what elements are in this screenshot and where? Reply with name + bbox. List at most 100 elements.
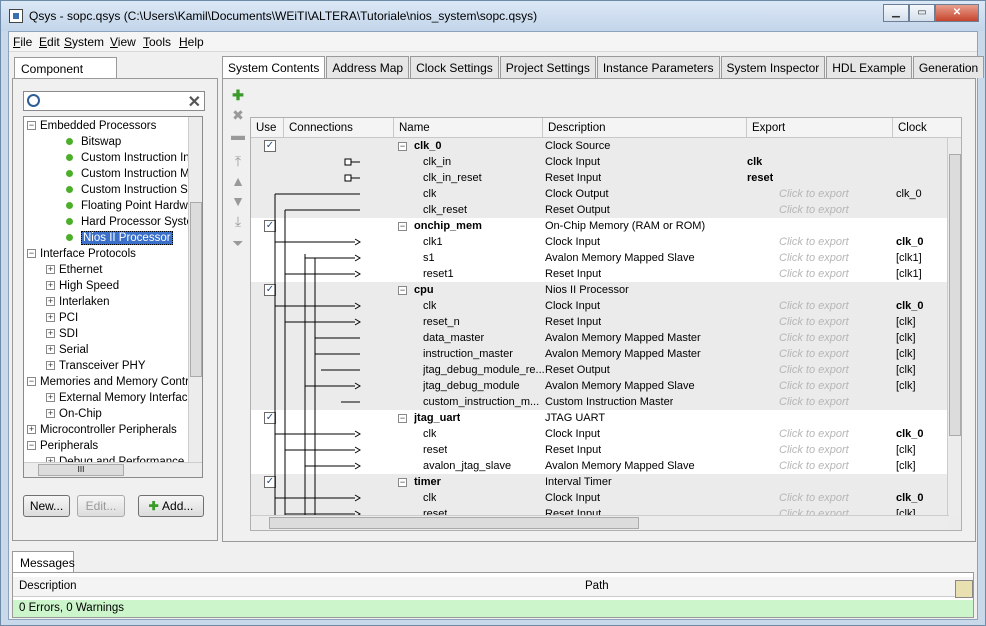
component-name[interactable]: timer [414, 474, 441, 490]
collapse-icon[interactable]: − [398, 413, 407, 423]
tab-messages[interactable]: Messages [12, 551, 75, 573]
new-component-button[interactable]: New... [23, 495, 70, 517]
interface-name[interactable]: s1 [423, 250, 435, 266]
column-header-connections[interactable]: Connections [284, 118, 394, 138]
export-cell[interactable]: Click to export [779, 458, 849, 474]
filter-icon[interactable]: ⏷ [229, 235, 247, 251]
clock-cell[interactable]: clk_0 [896, 234, 924, 250]
clock-cell[interactable]: [clk] [896, 346, 916, 362]
tab-hdl-example[interactable]: HDL Example [826, 56, 912, 78]
table-horizontal-scrollbar[interactable] [251, 515, 949, 530]
expand-icon[interactable]: + [46, 361, 55, 371]
interface-name[interactable]: instruction_master [423, 346, 513, 362]
clock-cell[interactable]: [clk] [896, 362, 916, 378]
interface-name[interactable]: reset [423, 442, 447, 458]
tree-item[interactable]: + Microcontroller Peripherals [27, 422, 177, 438]
interface-name[interactable]: clk [423, 490, 436, 506]
edit-component-button[interactable]: Edit... [77, 495, 125, 517]
messages-col-description[interactable]: Description [19, 580, 77, 592]
tree-item[interactable]: Nios II Processor [66, 230, 173, 246]
column-header-export[interactable]: Export [747, 118, 893, 138]
collapse-icon[interactable]: − [398, 221, 407, 231]
minimize-button[interactable]: ▁ [883, 4, 909, 22]
tree-item[interactable]: Custom Instruction Sla [66, 182, 197, 198]
export-cell[interactable]: Click to export [779, 394, 849, 410]
add-component-button[interactable]: ✚ Add... [138, 495, 204, 517]
tab-project-settings[interactable]: Project Settings [499, 56, 596, 78]
menu-help[interactable]: Help [179, 35, 204, 49]
column-header-use[interactable]: Use [251, 118, 284, 138]
tree-item[interactable]: Floating Point Hardwa [66, 198, 194, 214]
library-horizontal-scrollbar[interactable]: III [24, 462, 202, 477]
tree-item[interactable]: + Ethernet [46, 262, 102, 278]
clock-cell[interactable]: [clk] [896, 442, 916, 458]
interface-name[interactable]: jtag_debug_module_re... [423, 362, 545, 378]
export-cell[interactable]: Click to export [779, 234, 849, 250]
tree-item[interactable]: + PCI [46, 310, 78, 326]
interface-name[interactable]: clk_in [423, 154, 451, 170]
move-bottom-icon[interactable]: ⤓ [229, 213, 247, 229]
expand-icon[interactable]: + [46, 409, 55, 419]
remove-icon[interactable]: ✖ [229, 107, 247, 123]
tab-address-map[interactable]: Address Map [326, 56, 410, 78]
tree-item[interactable]: + Interlaken [46, 294, 110, 310]
export-cell[interactable]: Click to export [779, 330, 849, 346]
collapse-icon[interactable]: − [398, 141, 407, 151]
clear-messages-icon[interactable] [955, 580, 973, 598]
add-icon[interactable]: ✚ [229, 87, 247, 103]
interface-name[interactable]: clk_reset [423, 202, 467, 218]
collapse-icon[interactable]: − [398, 285, 407, 295]
clock-cell[interactable]: [clk] [896, 330, 916, 346]
export-cell[interactable]: Click to export [779, 362, 849, 378]
tree-item[interactable]: Custom Instruction Ma [66, 166, 196, 182]
library-search-input[interactable]: ✕ [23, 91, 205, 111]
export-cell[interactable]: clk [747, 154, 762, 170]
column-header-clock[interactable]: Clock [893, 118, 961, 138]
export-cell[interactable]: reset [747, 170, 773, 186]
export-cell[interactable]: Click to export [779, 202, 849, 218]
tree-item[interactable]: Bitswap [66, 134, 121, 150]
interface-name[interactable]: data_master [423, 330, 484, 346]
move-top-icon[interactable]: ⤒ [229, 153, 247, 169]
tree-item[interactable]: − Interface Protocols [27, 246, 136, 262]
menu-view[interactable]: View [110, 35, 136, 49]
expand-icon[interactable]: + [46, 281, 55, 291]
menu-edit[interactable]: Edit [39, 35, 60, 49]
clock-cell[interactable]: clk_0 [896, 186, 922, 202]
component-name[interactable]: jtag_uart [414, 410, 460, 426]
export-cell[interactable]: Click to export [779, 378, 849, 394]
collapse-icon[interactable]: − [27, 377, 36, 387]
scroll-thumb[interactable] [190, 202, 202, 377]
expand-icon[interactable]: + [46, 265, 55, 275]
clock-cell[interactable]: [clk1] [896, 266, 922, 282]
title-bar[interactable]: Qsys - sopc.qsys (C:\Users\Kamil\Documen… [1, 1, 985, 31]
scroll-thumb[interactable] [269, 517, 639, 529]
clock-cell[interactable]: [clk] [896, 378, 916, 394]
interface-name[interactable]: avalon_jtag_slave [423, 458, 511, 474]
tree-item[interactable]: + SDI [46, 326, 78, 342]
tree-item[interactable]: − Memories and Memory Contro [27, 374, 195, 390]
library-vertical-scrollbar[interactable] [188, 117, 202, 463]
tab-instance-parameters[interactable]: Instance Parameters [596, 56, 720, 78]
expand-icon[interactable]: + [27, 425, 36, 435]
interface-name[interactable]: clk [423, 298, 436, 314]
interface-name[interactable]: jtag_debug_module [423, 378, 520, 394]
expand-icon[interactable]: + [46, 313, 55, 323]
component-name[interactable]: clk_0 [414, 138, 442, 154]
messages-col-path[interactable]: Path [585, 580, 609, 592]
clock-cell[interactable]: clk_0 [896, 490, 924, 506]
interface-name[interactable]: reset_n [423, 314, 460, 330]
menu-system[interactable]: System [64, 35, 104, 49]
export-cell[interactable]: Click to export [779, 250, 849, 266]
tree-item[interactable]: − Peripherals [27, 438, 98, 454]
tree-item[interactable]: + On-Chip [46, 406, 102, 422]
edit-icon[interactable]: ▬ [229, 127, 247, 143]
interface-name[interactable]: clk [423, 186, 436, 202]
component-name[interactable]: cpu [414, 282, 434, 298]
expand-icon[interactable]: + [46, 393, 55, 403]
move-up-icon[interactable]: ▲ [229, 173, 247, 189]
collapse-icon[interactable]: − [398, 477, 407, 487]
column-header-description[interactable]: Description [543, 118, 747, 138]
tree-item[interactable]: Custom Instruction Int [66, 150, 193, 166]
clock-cell[interactable]: clk_0 [896, 298, 924, 314]
